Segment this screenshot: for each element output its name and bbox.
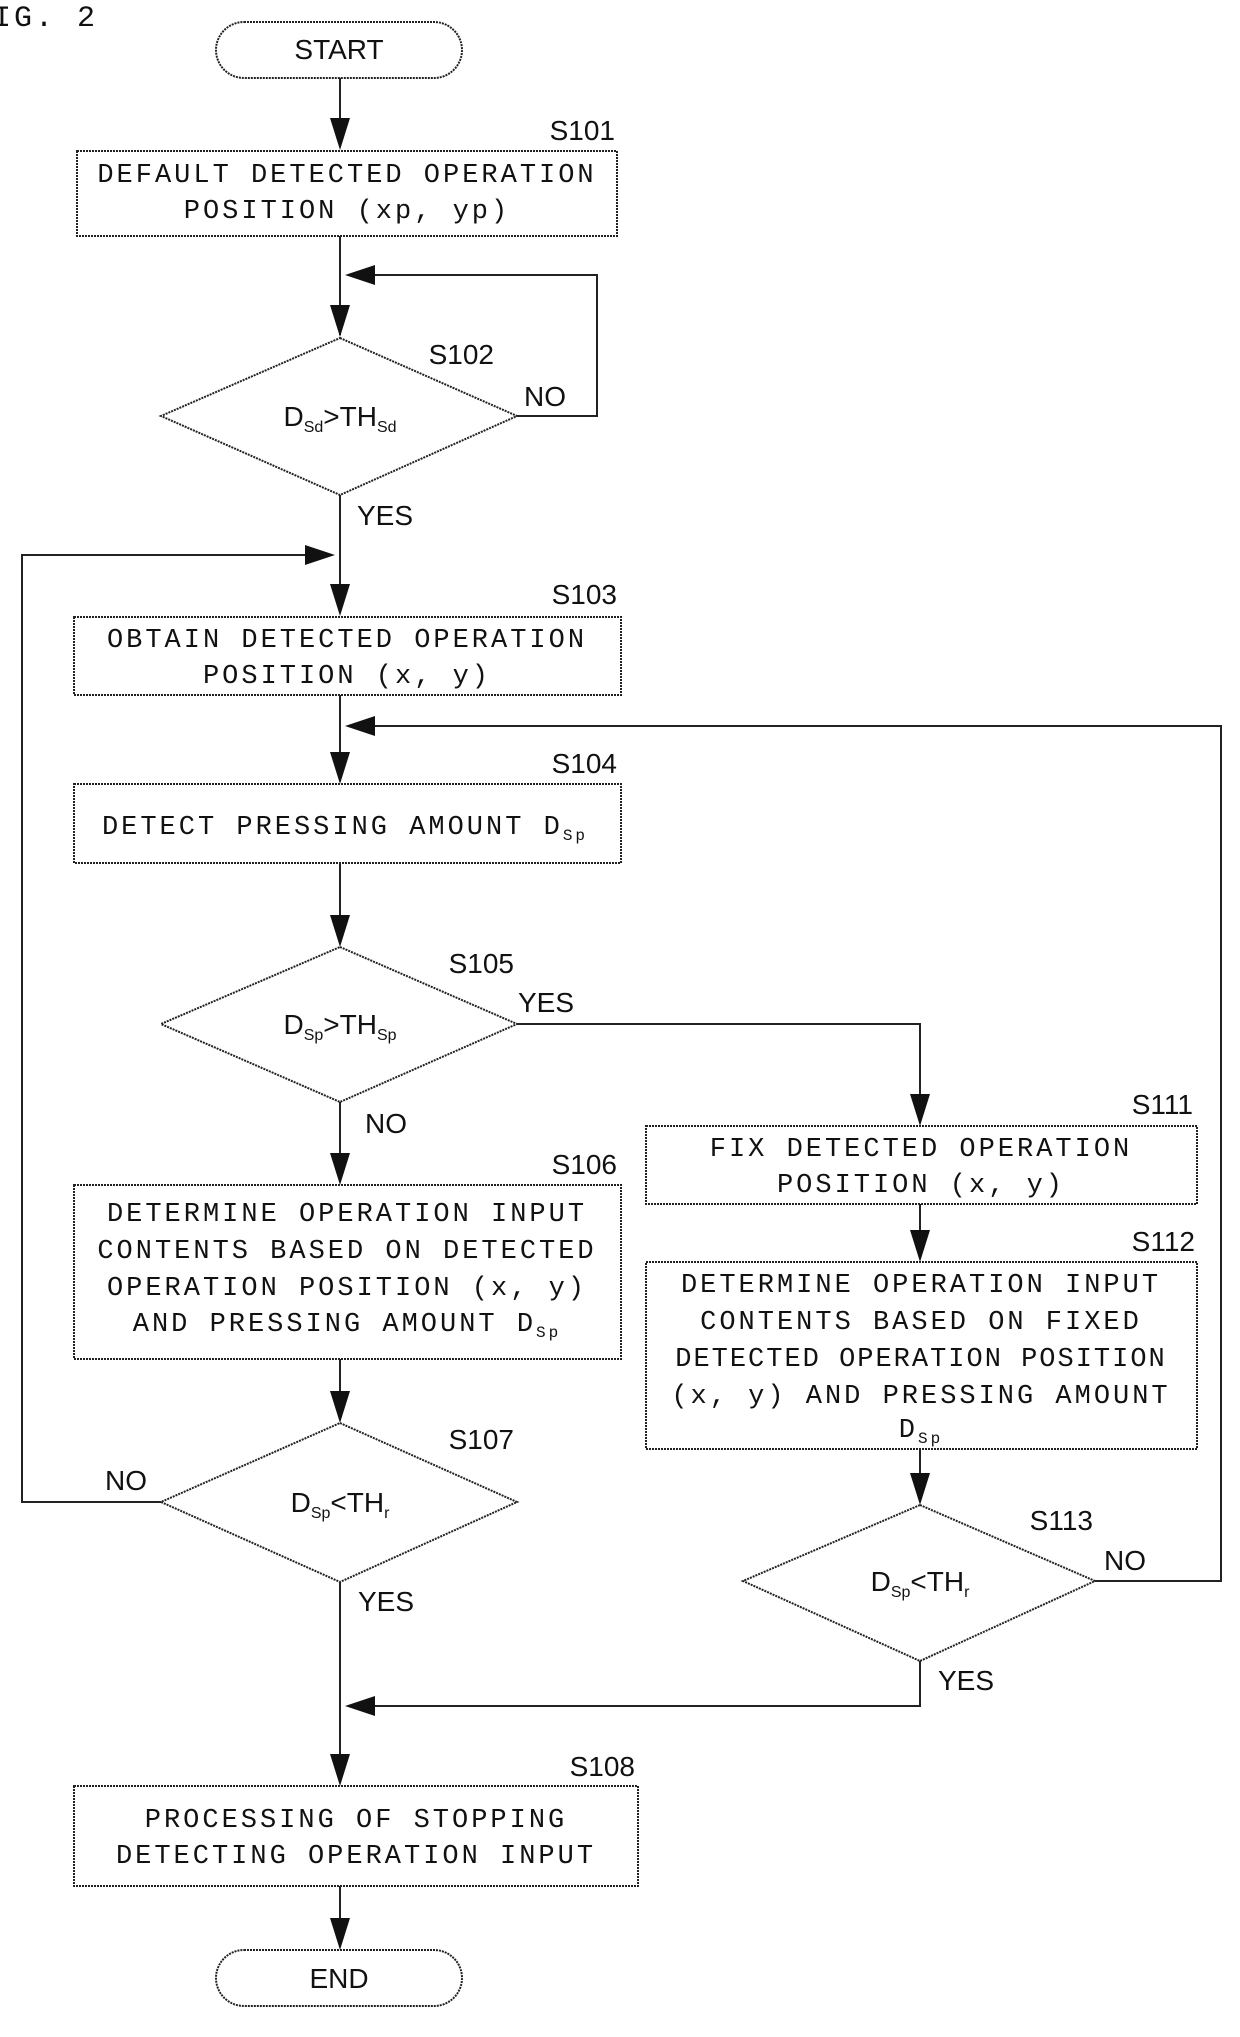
arrow-s105-s111 xyxy=(517,1023,921,1120)
step-text-line: AND PRESSING AMOUNT DSp xyxy=(133,1310,561,1342)
step-id: S108 xyxy=(570,1751,635,1782)
yes-label: YES xyxy=(938,1665,994,1696)
step-text-line: DETERMINE OPERATION INPUT xyxy=(107,1200,587,1230)
step-text-line: PROCESSING OF STOPPING xyxy=(145,1806,567,1836)
decision-s102: S102 DSd>THSd NO YES xyxy=(158,336,566,531)
end-label: END xyxy=(309,1963,368,1994)
end-terminal: END xyxy=(215,1949,463,2007)
step-id: S103 xyxy=(552,579,617,610)
step-s106: S106 DETERMINE OPERATION INPUT CONTENTS … xyxy=(73,1149,622,1360)
step-id: S112 xyxy=(1132,1226,1195,1257)
yes-label: YES xyxy=(357,500,413,531)
arrowhead-icon xyxy=(910,1230,930,1262)
start-label: START xyxy=(294,34,383,65)
step-text-line: OBTAIN DETECTED OPERATION xyxy=(107,626,587,656)
step-text-line: POSITION (x, y) xyxy=(777,1171,1065,1201)
arrowhead-icon xyxy=(330,1153,350,1185)
step-id: S104 xyxy=(552,748,617,779)
step-id: S101 xyxy=(550,115,615,146)
yes-label: YES xyxy=(358,1586,414,1617)
step-id: S111 xyxy=(1132,1089,1193,1120)
arrowhead-icon xyxy=(345,716,375,736)
step-id: S106 xyxy=(552,1149,617,1180)
no-label: NO xyxy=(1104,1545,1146,1576)
arrowhead-icon xyxy=(330,1754,350,1786)
step-s112: S112 DETERMINE OPERATION INPUT CONTENTS … xyxy=(645,1226,1198,1450)
arrowhead-icon xyxy=(330,752,350,784)
no-label: NO xyxy=(524,381,566,412)
arrowhead-icon xyxy=(345,1696,375,1716)
condition-text: DSp<THr xyxy=(871,1566,971,1601)
arrowhead-icon xyxy=(345,265,375,285)
arrowhead-icon xyxy=(330,1918,350,1950)
step-text-line: POSITION (x, y) xyxy=(203,662,491,692)
no-label: NO xyxy=(365,1108,407,1139)
step-s101: S101 DEFAULT DETECTED OPERATION POSITION… xyxy=(76,115,618,237)
step-text-line: DETECTED OPERATION POSITION xyxy=(675,1345,1166,1375)
step-id: S105 xyxy=(449,948,514,979)
decision-s105: S105 DSp>THSp YES NO xyxy=(158,945,574,1139)
figure-label: FIG. 2 xyxy=(0,2,98,36)
arrowhead-icon xyxy=(330,118,350,150)
step-text-line: CONTENTS BASED ON DETECTED xyxy=(97,1237,596,1267)
arrowhead-icon xyxy=(330,1391,350,1423)
step-id: S102 xyxy=(429,339,494,370)
step-id: S113 xyxy=(1030,1505,1093,1536)
step-s108: S108 PROCESSING OF STOPPING DETECTING OP… xyxy=(73,1751,639,1887)
decision-s107: S107 DSp<THr NO YES xyxy=(105,1421,520,1617)
step-s104: S104 DETECT PRESSING AMOUNT DSp xyxy=(73,748,622,864)
step-text-line: OPERATION POSITION (x, y) xyxy=(107,1274,587,1304)
no-label: NO xyxy=(105,1465,147,1496)
step-id: S107 xyxy=(449,1424,514,1455)
arrowhead-icon xyxy=(910,1473,930,1505)
arrowhead-icon xyxy=(305,545,335,565)
step-text-line: FIX DETECTED OPERATION xyxy=(710,1135,1132,1165)
step-text: DETECT PRESSING AMOUNT DSp xyxy=(102,813,588,845)
arrow-s113-merge xyxy=(355,1661,921,1707)
step-text-line: DETERMINE OPERATION INPUT xyxy=(681,1271,1161,1301)
step-text-line: POSITION (xp, yp) xyxy=(184,197,510,227)
arrowhead-icon xyxy=(330,915,350,947)
step-text-line: DEFAULT DETECTED OPERATION xyxy=(97,161,596,191)
start-terminal: START xyxy=(215,21,463,79)
arrowhead-icon xyxy=(330,305,350,337)
step-s103: S103 OBTAIN DETECTED OPERATION POSITION … xyxy=(73,579,622,696)
decision-s113: S113 DSp<THr NO YES xyxy=(740,1503,1146,1696)
arrowhead-icon xyxy=(910,1094,930,1126)
condition-text: DSp<THr xyxy=(291,1487,391,1522)
arrowhead-icon xyxy=(330,584,350,616)
step-text-line: DETECTING OPERATION INPUT xyxy=(116,1842,596,1872)
step-text-line: CONTENTS BASED ON FIXED xyxy=(700,1308,1142,1338)
step-text-line: (x, y) AND PRESSING AMOUNT xyxy=(671,1382,1170,1412)
flowchart: FIG. 2 START xyxy=(0,2,1222,2007)
yes-label: YES xyxy=(518,987,574,1018)
